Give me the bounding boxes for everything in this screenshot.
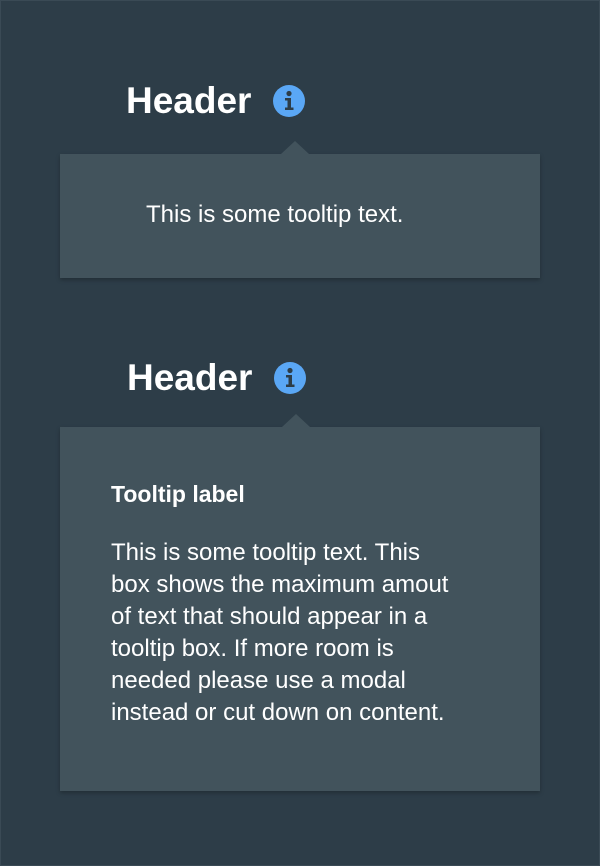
header-title: Header [126, 80, 252, 121]
info-icon[interactable] [273, 84, 306, 117]
header-title: Header [127, 357, 253, 398]
header-row-2: Header [127, 357, 307, 398]
tooltip-caret [282, 414, 310, 427]
tooltip-simple: This is some tooltip text. [60, 141, 540, 278]
tooltip-label: Tooltip label [111, 481, 245, 507]
info-icon[interactable] [274, 361, 307, 394]
tooltip-text: This is some tooltip text. [146, 201, 404, 228]
tooltip-body-text: This is some tooltip text. This box show… [111, 539, 449, 726]
tooltip-rich: Tooltip label This is some tooltip text.… [60, 414, 540, 791]
header-row-1: Header [126, 80, 306, 121]
tooltip-caret [281, 141, 309, 154]
